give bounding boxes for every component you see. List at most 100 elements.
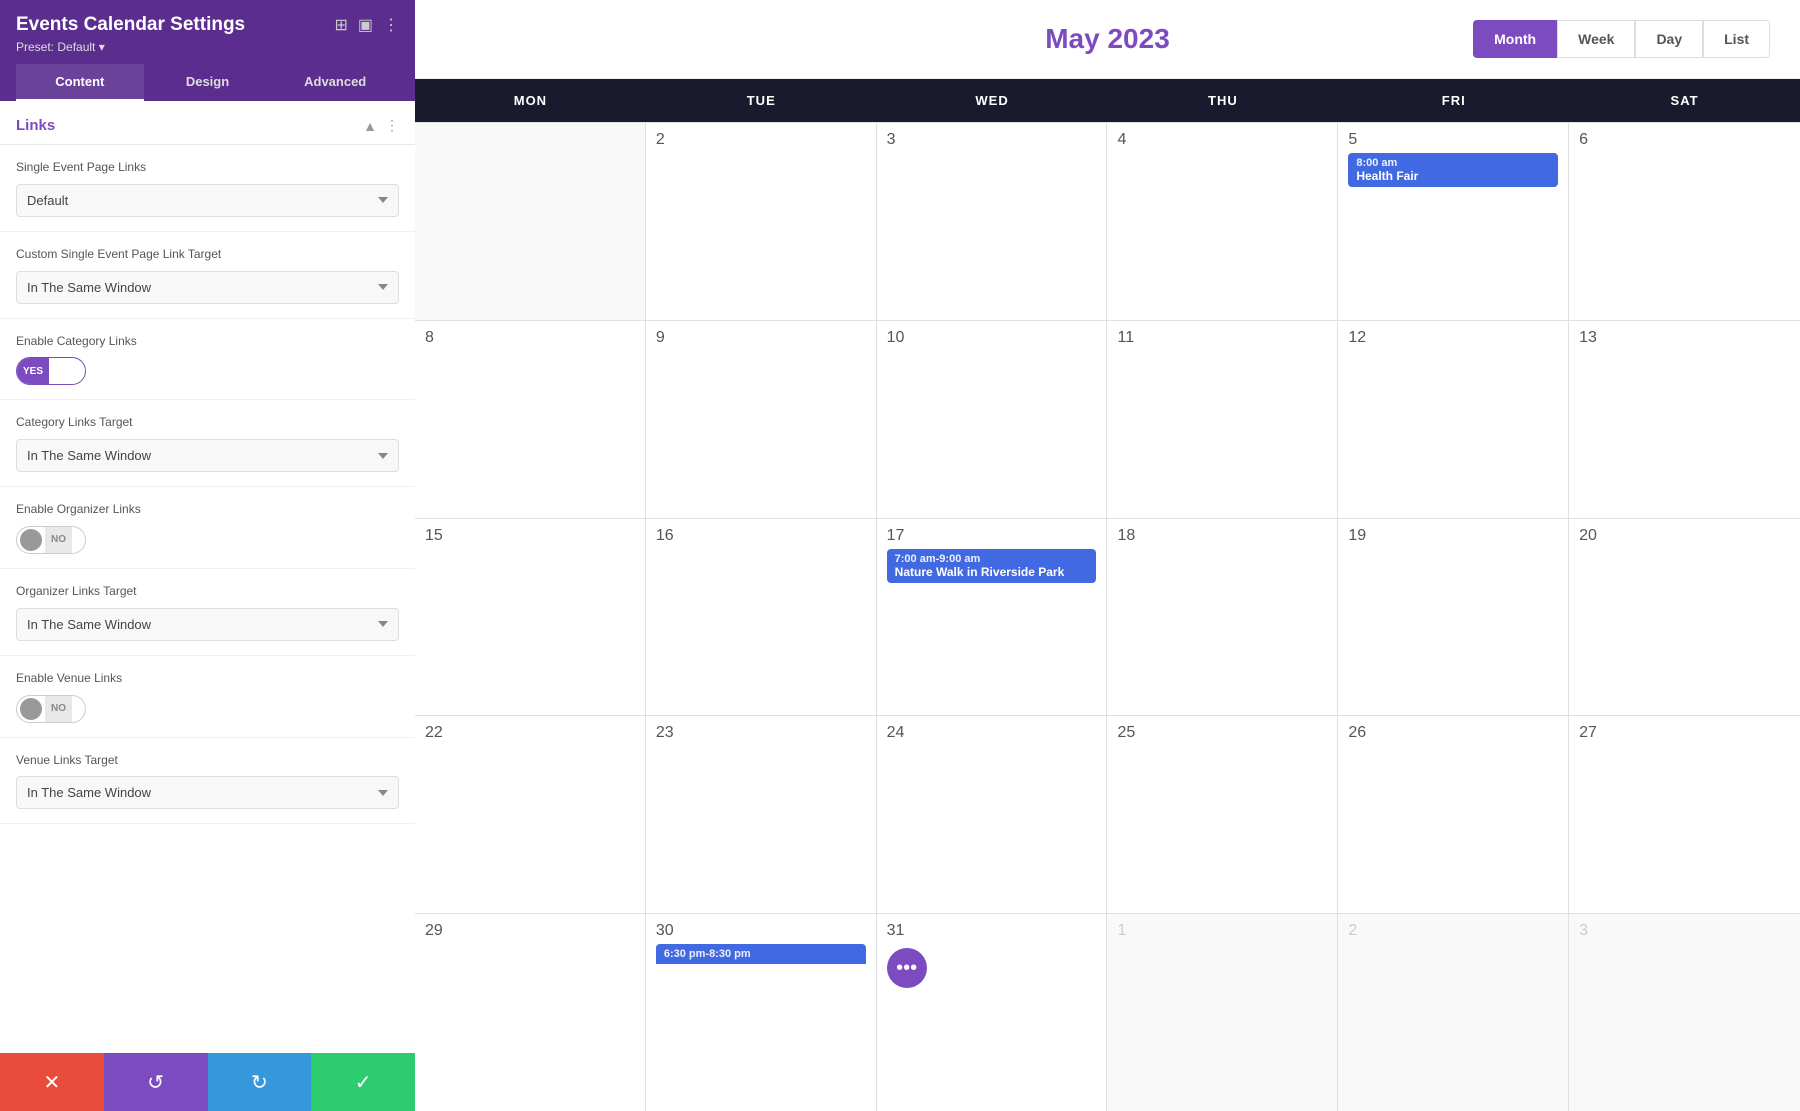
calendar-week-3: 15 16 17 7:00 am-9:00 am Nature Walk in … — [415, 518, 1800, 716]
calendar-cell: 2 — [646, 123, 877, 320]
toggle-thumb-off — [20, 529, 42, 551]
date-label: 30 — [656, 922, 674, 939]
section-title: Links — [16, 117, 55, 134]
date-label: 17 — [887, 527, 905, 544]
toggle-no-label-venue: NO — [45, 696, 72, 722]
event-time: 8:00 am — [1356, 157, 1550, 169]
panel-header-icons: ⊞ ▣ ⋮ — [334, 15, 399, 35]
toggle-thumb — [52, 360, 74, 382]
view-day-button[interactable]: Day — [1635, 20, 1703, 58]
view-list-button[interactable]: List — [1703, 20, 1770, 58]
day-header-mon: MON — [415, 79, 646, 122]
date-label: 20 — [1579, 527, 1597, 544]
date-label: 8 — [425, 329, 434, 346]
venue-links-target-select[interactable]: In The Same Window In A New Window — [16, 776, 399, 809]
custom-single-event-link-target-select[interactable]: In The Same Window In A New Window — [16, 271, 399, 304]
more-events-button[interactable]: ••• — [887, 948, 927, 988]
event-name: Health Fair — [1356, 169, 1550, 183]
calendar-week-4: 22 23 24 25 26 27 — [415, 715, 1800, 913]
calendar-cell-fri-5: 5 8:00 am Health Fair — [1338, 123, 1569, 320]
tab-design[interactable]: Design — [144, 64, 272, 101]
links-section-header: Links ▲ ⋮ — [0, 101, 415, 145]
enable-organizer-links-field: Enable Organizer Links NO — [0, 487, 415, 569]
enable-category-links-label: Enable Category Links — [16, 333, 399, 350]
date-label: 16 — [656, 527, 674, 544]
date-label: 29 — [425, 922, 443, 939]
date-label: 13 — [1579, 329, 1597, 346]
calendar-cell: 23 — [646, 716, 877, 913]
date-label: 9 — [656, 329, 665, 346]
screenshot-icon[interactable]: ⊞ — [334, 15, 347, 35]
category-links-target-label: Category Links Target — [16, 414, 399, 431]
custom-single-event-link-target-field: Custom Single Event Page Link Target In … — [0, 232, 415, 319]
save-button[interactable]: ✓ — [311, 1053, 415, 1111]
event-630pm[interactable]: 6:30 pm-8:30 pm — [656, 944, 866, 964]
event-time: 7:00 am-9:00 am — [895, 553, 1089, 565]
toggle-thumb-off-venue — [20, 698, 42, 720]
panel-header: Events Calendar Settings ⊞ ▣ ⋮ Preset: D… — [0, 0, 415, 101]
redo-button[interactable]: ↻ — [208, 1053, 312, 1111]
date-label: 11 — [1117, 329, 1134, 346]
custom-single-event-link-target-label: Custom Single Event Page Link Target — [16, 246, 399, 263]
calendar-cell: 12 — [1338, 321, 1569, 518]
date-label: 19 — [1348, 527, 1366, 544]
calendar-cell: 15 — [415, 519, 646, 716]
single-event-page-links-field: Single Event Page Links Default Custom — [0, 145, 415, 232]
event-health-fair[interactable]: 8:00 am Health Fair — [1348, 153, 1558, 187]
view-month-button[interactable]: Month — [1473, 20, 1557, 58]
calendar-week-2: 8 9 10 11 12 13 — [415, 320, 1800, 518]
calendar-cell: 16 — [646, 519, 877, 716]
calendar-cell: 1 — [1107, 914, 1338, 1111]
enable-category-links-toggle[interactable]: YES — [16, 357, 86, 385]
panel-body: Links ▲ ⋮ Single Event Page Links Defaul… — [0, 101, 415, 1111]
toggle-no-label: NO — [45, 527, 72, 553]
panel-title: Events Calendar Settings — [16, 14, 245, 36]
undo-button[interactable]: ↺ — [104, 1053, 208, 1111]
section-menu-icon[interactable]: ⋮ — [385, 117, 399, 134]
organizer-links-target-label: Organizer Links Target — [16, 583, 399, 600]
venue-links-target-field: Venue Links Target In The Same Window In… — [0, 738, 415, 825]
enable-organizer-links-toggle[interactable]: NO — [16, 526, 86, 554]
date-label: 22 — [425, 724, 443, 741]
calendar-cell — [415, 123, 646, 320]
enable-category-links-field: Enable Category Links YES — [0, 319, 415, 401]
toggle-yes-label: YES — [17, 358, 49, 384]
date-label: 15 — [425, 527, 443, 544]
calendar-cell: 9 — [646, 321, 877, 518]
date-label: 24 — [887, 724, 905, 741]
calendar-title: May 2023 — [1045, 23, 1170, 55]
enable-venue-links-field: Enable Venue Links NO — [0, 656, 415, 738]
calendar-cell-wed-17: 17 7:00 am-9:00 am Nature Walk in Rivers… — [877, 519, 1108, 716]
organizer-links-target-select[interactable]: In The Same Window In A New Window — [16, 608, 399, 641]
calendar-cell: 25 — [1107, 716, 1338, 913]
calendar-grid: MON TUE WED THU FRI SAT 2 3 4 — [415, 79, 1800, 1111]
date-label: 10 — [887, 329, 905, 346]
category-links-target-select[interactable]: In The Same Window In A New Window — [16, 439, 399, 472]
enable-venue-links-toggle[interactable]: NO — [16, 695, 86, 723]
date-label: 18 — [1117, 527, 1135, 544]
date-label: 6 — [1579, 131, 1588, 148]
calendar-body: 2 3 4 5 8:00 am Health Fair 6 — [415, 122, 1800, 1111]
layout-icon[interactable]: ▣ — [358, 15, 373, 35]
tab-advanced[interactable]: Advanced — [271, 64, 399, 101]
preset-selector[interactable]: Preset: Default ▾ — [16, 40, 399, 54]
calendar-cell: 2 — [1338, 914, 1569, 1111]
calendar-cell: 20 — [1569, 519, 1800, 716]
collapse-icon[interactable]: ▲ — [363, 118, 377, 134]
calendar-cell-tue-30: 30 6:30 pm-8:30 pm — [646, 914, 877, 1111]
enable-venue-links-label: Enable Venue Links — [16, 670, 399, 687]
calendar-cell: 13 — [1569, 321, 1800, 518]
event-time: 6:30 pm-8:30 pm — [664, 948, 858, 960]
date-label: 25 — [1117, 724, 1135, 741]
date-label: 23 — [656, 724, 674, 741]
calendar-panel: May 2023 Month Week Day List MON TUE WED… — [415, 0, 1800, 1111]
cancel-button[interactable]: ✕ — [0, 1053, 104, 1111]
more-icon[interactable]: ⋮ — [383, 15, 399, 35]
calendar-cell: 8 — [415, 321, 646, 518]
event-nature-walk[interactable]: 7:00 am-9:00 am Nature Walk in Riverside… — [887, 549, 1097, 583]
view-week-button[interactable]: Week — [1557, 20, 1635, 58]
single-event-page-links-select[interactable]: Default Custom — [16, 184, 399, 217]
tab-content[interactable]: Content — [16, 64, 144, 101]
calendar-week-1: 2 3 4 5 8:00 am Health Fair 6 — [415, 122, 1800, 320]
calendar-cell: 29 — [415, 914, 646, 1111]
